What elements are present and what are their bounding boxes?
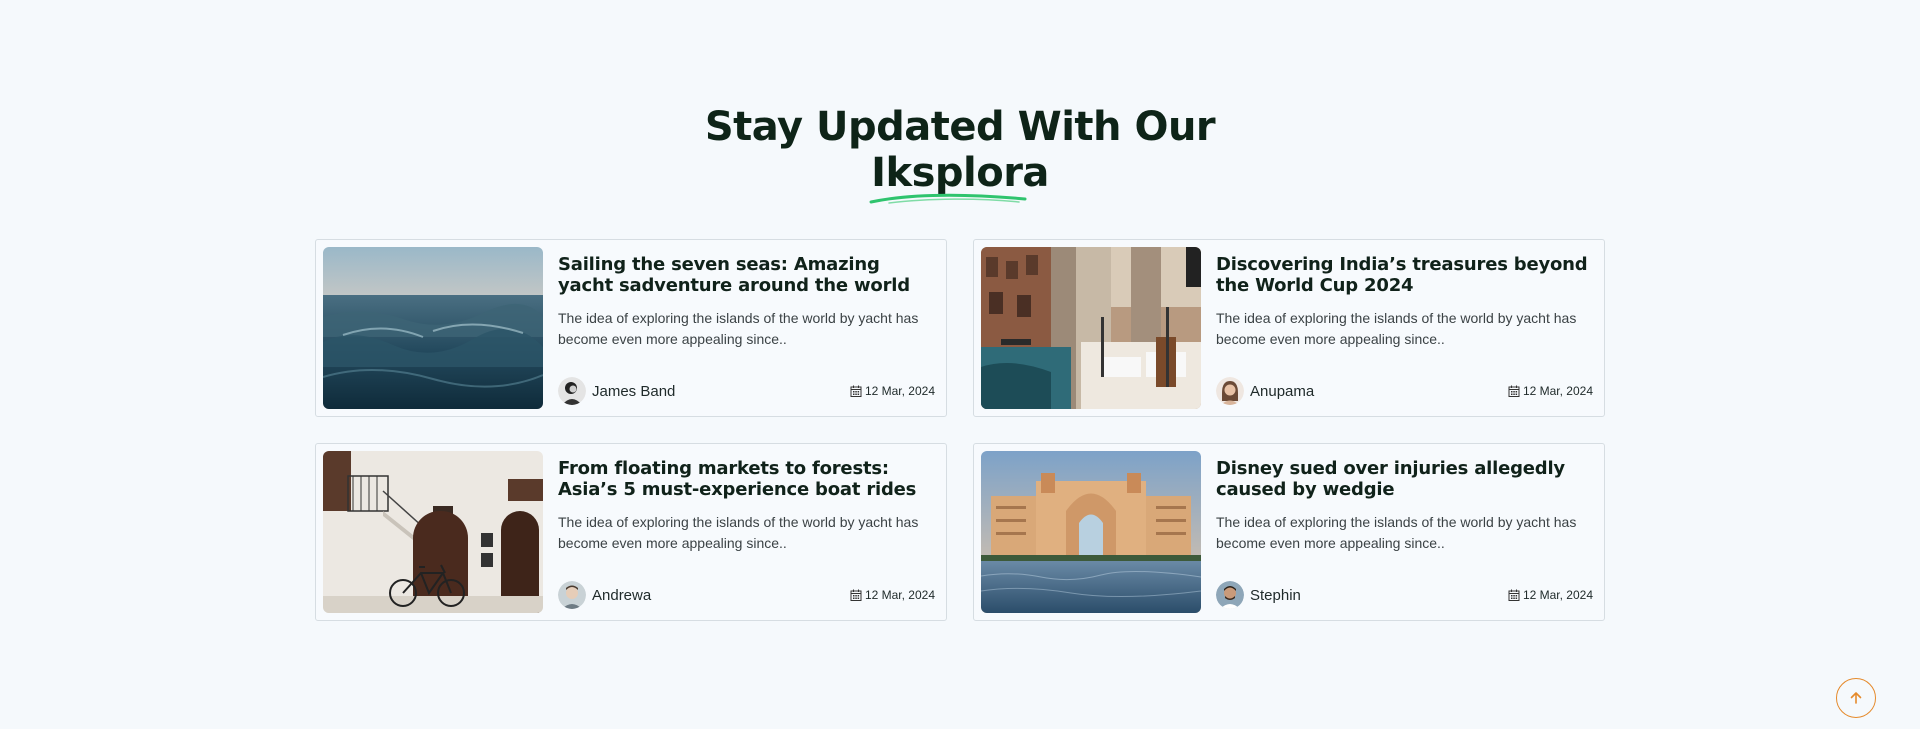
blog-card[interactable]: Disney sued over injuries allegedly caus… [973, 443, 1605, 621]
scroll-to-top-button[interactable] [1836, 678, 1876, 718]
blog-card[interactable]: Sailing the seven seas: Amazing yacht sa… [315, 239, 947, 417]
title-underline-decoration [869, 193, 1027, 204]
blog-card-body: Disney sued over injuries allegedly caus… [1201, 451, 1597, 613]
section-title-line2: Iksplora [869, 150, 1049, 204]
author[interactable]: Stephin [1216, 581, 1301, 609]
blog-card-excerpt: The idea of exploring the islands of the… [558, 514, 919, 551]
post-date: 12 Mar, 2024 [850, 384, 935, 398]
blog-card-excerpt: The idea of exploring the islands of the… [558, 310, 919, 347]
blog-posts-grid: Sailing the seven seas: Amazing yacht sa… [315, 239, 1605, 621]
blog-card-excerpt: The idea of exploring the islands of the… [1216, 514, 1577, 551]
avatar [1216, 377, 1244, 405]
avatar [558, 581, 586, 609]
post-date: 12 Mar, 2024 [1508, 588, 1593, 602]
blog-card-body: From floating markets to forests: Asia’s… [543, 451, 939, 613]
author-name: Stephin [1250, 586, 1301, 604]
arrow-up-icon [1850, 692, 1862, 704]
blog-card-excerpt: The idea of exploring the islands of the… [1216, 310, 1577, 347]
post-date: 12 Mar, 2024 [850, 588, 935, 602]
post-date-text: 12 Mar, 2024 [1522, 588, 1593, 602]
blog-card-title[interactable]: Sailing the seven seas: Amazing yacht sa… [558, 254, 935, 296]
post-date-text: 12 Mar, 2024 [864, 588, 935, 602]
avatar [558, 377, 586, 405]
author[interactable]: James Band [558, 377, 675, 405]
calendar-icon [850, 589, 862, 601]
blog-card-image-venice[interactable] [981, 247, 1201, 409]
blog-card-title[interactable]: From floating markets to forests: Asia’s… [558, 458, 935, 500]
blog-card-title[interactable]: Disney sued over injuries allegedly caus… [1216, 458, 1593, 500]
blog-card[interactable]: From floating markets to forests: Asia’s… [315, 443, 947, 621]
author-name: James Band [592, 382, 676, 400]
calendar-icon [1508, 589, 1520, 601]
author-name: Andrewa [592, 586, 652, 604]
post-date-text: 12 Mar, 2024 [1522, 384, 1593, 398]
blog-card-image-street[interactable] [323, 451, 543, 613]
author[interactable]: Andrewa [558, 581, 651, 609]
blog-card-body: Discovering India’s treasures beyond the… [1201, 247, 1597, 409]
author-name: Anupama [1250, 382, 1315, 400]
blog-card-image-ocean[interactable] [323, 247, 543, 409]
blog-card-meta: Stephin 12 Mar, 2024 [1216, 581, 1593, 609]
author[interactable]: Anupama [1216, 377, 1314, 405]
calendar-icon [1508, 385, 1520, 397]
blog-card-meta: Andrewa 12 Mar, 2024 [558, 581, 935, 609]
blog-card-title[interactable]: Discovering India’s treasures beyond the… [1216, 254, 1593, 296]
blog-card-meta: James Band 12 Mar, 2024 [558, 377, 935, 405]
avatar [1216, 581, 1244, 609]
calendar-icon [850, 385, 862, 397]
blog-card-meta: Anupama 12 Mar, 2024 [1216, 377, 1593, 405]
blog-card-image-hotel[interactable] [981, 451, 1201, 613]
section-title-line1: Stay Updated With Our [704, 104, 1216, 150]
blog-card-body: Sailing the seven seas: Amazing yacht sa… [543, 247, 939, 409]
blog-card[interactable]: Discovering India’s treasures beyond the… [973, 239, 1605, 417]
section-title: Stay Updated With Our Iksplora [0, 104, 1920, 204]
post-date-text: 12 Mar, 2024 [864, 384, 935, 398]
post-date: 12 Mar, 2024 [1508, 384, 1593, 398]
